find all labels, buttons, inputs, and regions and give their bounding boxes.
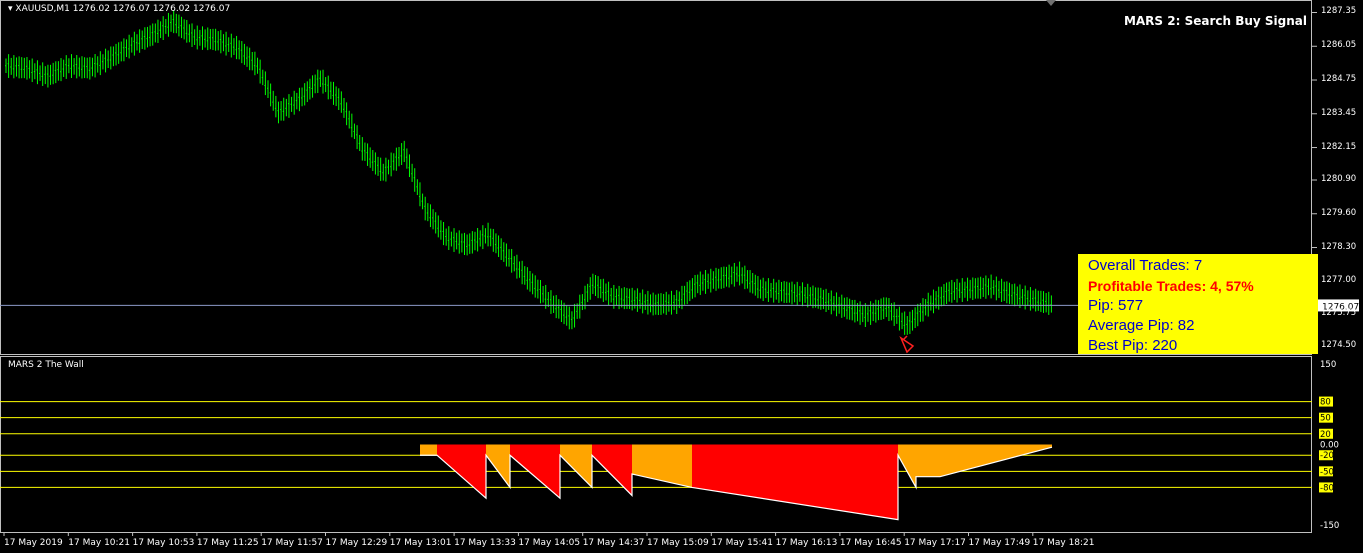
scroll-marker-icon [1046,0,1056,6]
stat-best: Best Pip: 220 [1088,337,1178,354]
time-axis-label: 17 May 14:05 [518,538,581,548]
time-axis-label: 17 May 17:17 [904,538,966,548]
indicator-axis-label: 20 [1320,430,1331,440]
time-axis-label: 17 May 13:01 [389,538,452,548]
stat-overall: Overall Trades: 7 [1088,257,1203,274]
time-axis-label: 17 May 10:53 [132,538,195,548]
price-axis-label: 1287.35 [1321,6,1357,17]
price-axis-label: 1279.60 [1321,207,1357,218]
indicator-axis-label: -50 [1320,467,1334,477]
price-axis-label: 1278.30 [1321,241,1357,252]
indicator-axis-label: 80 [1320,398,1331,408]
indicator-axis-label: -20 [1320,451,1334,461]
stat-pip: Pip: 577 [1088,297,1144,314]
price-axis-label: 1282.15 [1321,141,1357,152]
stats-panel: Overall Trades: 7 Profitable Trades: 4, … [1078,254,1318,354]
symbol-info-text: XAUUSD,M1 1276.02 1276.07 1276.02 1276.0… [15,4,231,14]
price-axis-label: 1280.90 [1321,174,1357,184]
time-axis-label: 17 May 14:37 [582,538,645,548]
signal-title: MARS 2: Search Buy Signal [1123,14,1307,28]
time-axis-label: 17 May 17:49 [968,538,1031,548]
time-axis-label: 17 May 12:29 [325,538,388,548]
time-axis-label: 17 May 15:09 [647,538,709,548]
time-axis-label: 17 May 13:33 [454,538,516,548]
price-axis-label: 1274.50 [1321,340,1357,351]
indicator-name: MARS 2 The Wall [8,360,84,370]
symbol-info: ▾ XAUUSD,M1 1276.02 1276.07 1276.02 1276… [8,4,230,14]
price-axis-label: 1283.45 [1321,107,1357,118]
sell-arrow-icon [899,335,915,354]
indicator-axis-label: -150 [1320,521,1339,531]
price-axis-label: 1275.75 [1321,307,1357,318]
price-axis-label: 1286.05 [1321,40,1357,51]
time-axis-label: 17 May 18:21 [1032,538,1095,548]
time-axis-label: 17 May 10:21 [68,538,131,548]
time-axis-label: 17 May 16:13 [775,538,838,548]
wall-bar [486,444,510,488]
indicator-axis-label: -80 [1320,483,1334,493]
indicator-axis-label: 0.00 [1320,441,1339,451]
collapse-arrow-icon[interactable]: ▾ [8,4,13,14]
indicator-axis-label: 50 [1320,414,1331,424]
time-axis-label: 17 May 2019 [4,538,63,548]
price-axis-label: 1277.00 [1321,275,1357,286]
time-axis-label: 17 May 15:41 [711,538,774,548]
wall-bar [560,444,592,488]
wall-bar [692,444,898,520]
time-axis-label: 17 May 16:45 [839,538,902,548]
stat-profitable: Profitable Trades: 4, 57% [1088,278,1254,294]
indicator-axis-label: 150 [1320,360,1336,370]
wall-bar [420,444,437,456]
stat-average: Average Pip: 82 [1088,317,1195,334]
time-axis-label: 17 May 11:25 [196,538,259,548]
wall-bar [916,444,940,477]
time-axis-label: 17 May 11:57 [261,538,323,548]
price-axis-label: 1284.75 [1321,74,1357,84]
wall-bar [898,444,916,488]
